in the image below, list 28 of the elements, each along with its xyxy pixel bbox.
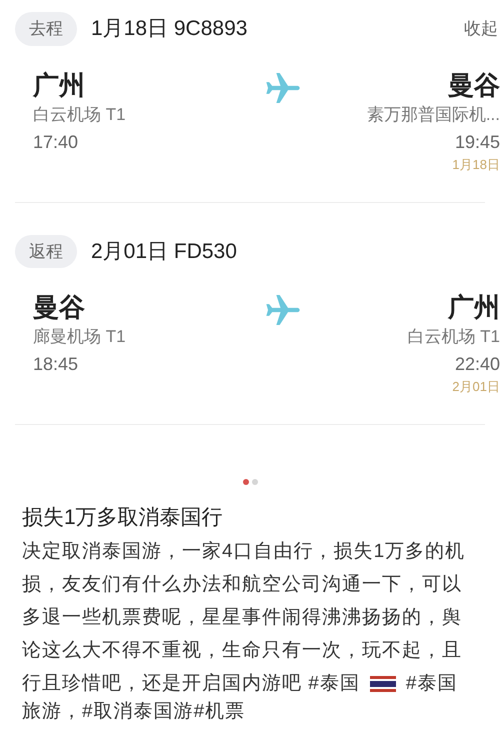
post-body-line: 论这么大不得不重视，生命只有一次，玩不起，且 bbox=[22, 639, 462, 663]
post-body-line: 多退一些机票费呢，星星事件闹得沸沸扬扬的，舆 bbox=[22, 606, 462, 630]
post-body-line: 决定取消泰国游，一家4口自由行，损失1万多的机 bbox=[22, 540, 466, 564]
arrival-time: 22:40 bbox=[454, 353, 500, 376]
arrival-city: 广州 bbox=[448, 291, 500, 324]
post-body-line: 旅游，#取消泰国游#机票 bbox=[22, 700, 246, 724]
post-body-line: 行且珍惜吧，还是开启国内游吧 #泰国 bbox=[22, 672, 360, 696]
leg-tag: 去程 bbox=[15, 12, 77, 46]
arrival-time: 19:45 bbox=[454, 130, 500, 154]
collapse-button[interactable]: 收起 bbox=[464, 16, 500, 42]
departure-time: 18:45 bbox=[33, 353, 80, 376]
departure-city: 曼谷 bbox=[33, 291, 86, 324]
departure-airport: 廊曼机场 T1 bbox=[33, 326, 127, 348]
hashtag-text: #泰国 bbox=[406, 672, 458, 696]
arrival-airport: 白云机场 T1 bbox=[407, 326, 500, 348]
flight-info: 1月18日 9C8893 bbox=[91, 16, 248, 42]
leg-tag: 返程 bbox=[15, 234, 77, 268]
post-title: 损失1万多取消泰国行 bbox=[22, 505, 224, 531]
departure-airport: 白云机场 T1 bbox=[33, 104, 127, 126]
arrival-date: 2月01日 bbox=[452, 378, 500, 396]
flag-icon bbox=[370, 676, 396, 692]
post-body-line: 损，友友们有什么办法和航空公司沟通一下，可以 bbox=[22, 573, 462, 597]
arrival-city: 曼谷 bbox=[448, 68, 500, 102]
arrival-date: 1月18日 bbox=[452, 156, 500, 174]
flight-info: 2月01日 FD530 bbox=[91, 238, 237, 264]
departure-time: 17:40 bbox=[33, 130, 80, 154]
arrival-airport: 素万那普国际机... bbox=[366, 104, 500, 126]
departure-city: 广州 bbox=[33, 68, 86, 102]
